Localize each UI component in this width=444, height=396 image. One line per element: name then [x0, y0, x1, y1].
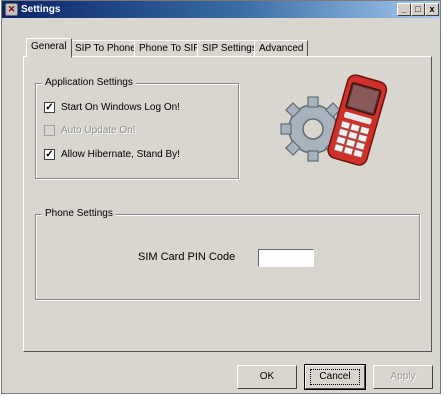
allow-hibernate-label: Allow Hibernate, Stand By! — [61, 149, 180, 160]
title-bar[interactable]: ✕ Settings _ □ x — [2, 1, 440, 18]
tab-advanced[interactable]: Advanced — [254, 40, 309, 57]
window-title: Settings — [21, 4, 61, 15]
phone-settings-legend: Phone Settings — [42, 208, 116, 220]
allow-hibernate-checkbox[interactable]: ✓ — [44, 149, 55, 160]
tab-sip-settings[interactable]: SIP Settings — [197, 40, 262, 57]
application-settings-legend: Application Settings — [42, 77, 136, 89]
tab-general[interactable]: General — [26, 38, 72, 58]
settings-app-icon: ✕ — [5, 3, 18, 16]
settings-window: ✕ Settings _ □ x General SIP To Phone Ph… — [1, 0, 441, 394]
gear-and-mobile-phone-icon — [280, 74, 388, 166]
start-on-logon-label: Start On Windows Log On! — [61, 102, 180, 113]
cancel-button[interactable]: Cancel — [304, 364, 366, 390]
cancel-button-label: Cancel — [310, 369, 360, 385]
sim-pin-input[interactable] — [258, 249, 314, 267]
close-button[interactable]: x — [425, 3, 439, 16]
auto-update-checkbox — [44, 125, 55, 136]
tab-phone-to-sip[interactable]: Phone To SIP — [134, 40, 205, 57]
ok-button[interactable]: OK — [237, 365, 297, 389]
minimize-button[interactable]: _ — [397, 3, 411, 16]
application-settings-group: Application Settings ✓ Start On Windows … — [35, 77, 239, 179]
maximize-button[interactable]: □ — [411, 3, 425, 16]
tab-sip-to-phone[interactable]: SIP To Phone — [70, 40, 141, 57]
auto-update-label: Auto Update On! — [61, 125, 136, 136]
apply-button: Apply — [373, 365, 433, 389]
sim-pin-label: SIM Card PIN Code — [138, 251, 236, 263]
start-on-logon-checkbox[interactable]: ✓ — [44, 102, 55, 113]
